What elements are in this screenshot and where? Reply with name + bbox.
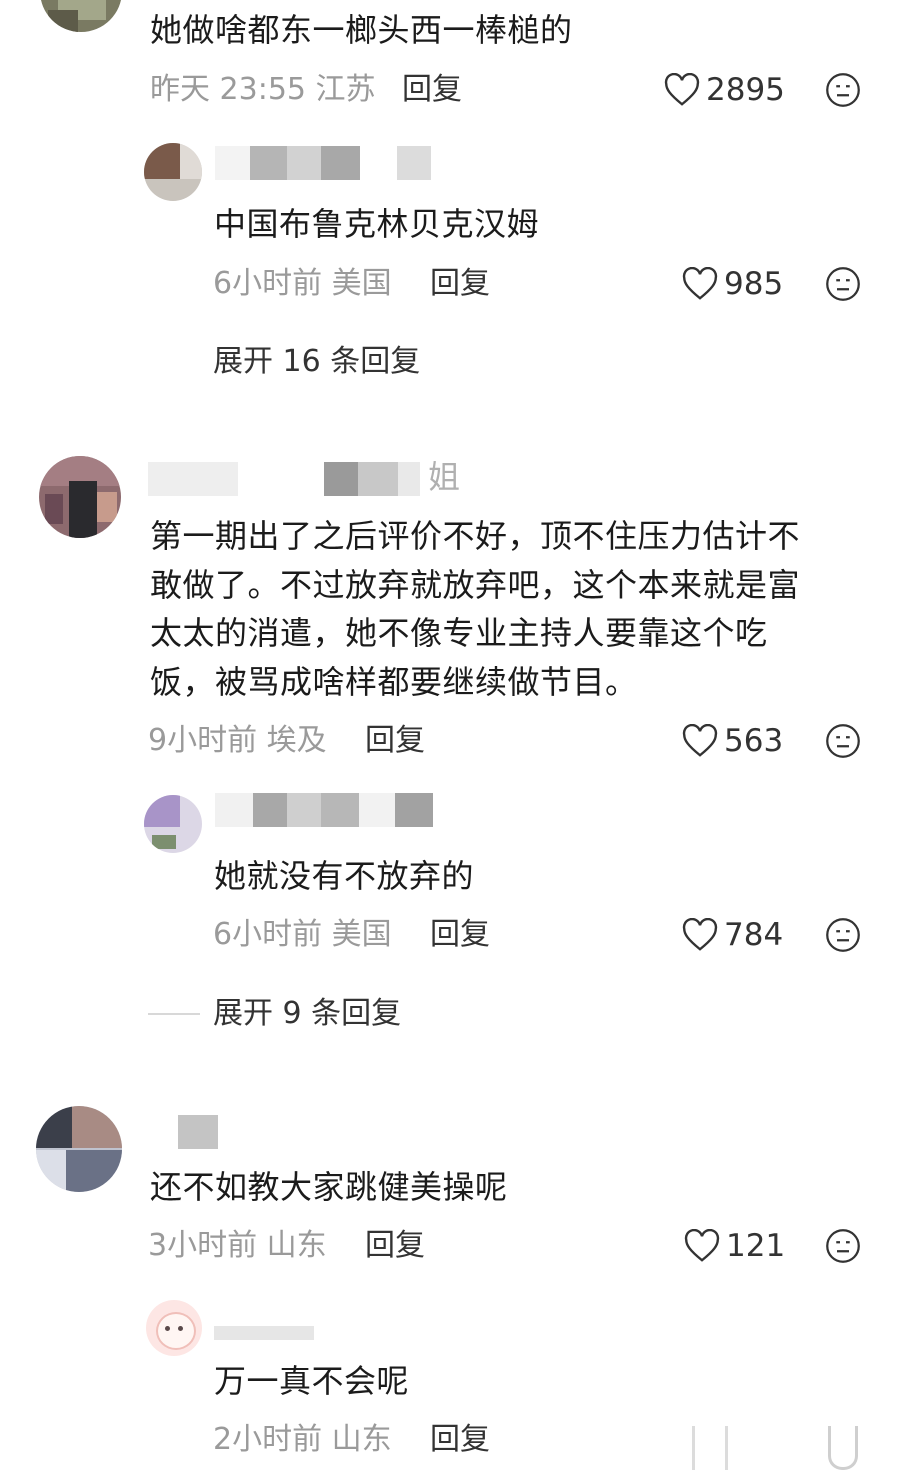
reply-button[interactable]: 回复 <box>430 264 490 304</box>
like-button[interactable]: 563 <box>682 721 783 761</box>
avatar[interactable] <box>146 1300 202 1356</box>
like-button[interactable]: 985 <box>682 264 783 304</box>
blurred-username <box>148 1115 218 1149</box>
blurred-username <box>214 1318 314 1340</box>
neutral-face-icon[interactable] <box>828 1426 858 1470</box>
neutral-face-icon[interactable] <box>825 723 861 759</box>
reply-text: 中国布鲁克林贝克汉姆 <box>214 205 540 243</box>
neutral-face-icon[interactable] <box>825 917 861 953</box>
avatar[interactable] <box>39 456 121 538</box>
expand-replies-button[interactable]: 展开 9 条回复 <box>213 994 401 1034</box>
reply-button[interactable]: 回复 <box>430 1420 490 1460</box>
comment-meta-time: 3小时前 山东 <box>148 1228 327 1263</box>
comment-meta-time: 6小时前 美国 <box>213 917 392 952</box>
reply-text: 万一真不会呢 <box>214 1362 410 1400</box>
reply-button[interactable]: 回复 <box>402 70 462 110</box>
heart-outline-icon <box>682 724 718 757</box>
comment-meta-time: 2小时前 山东 <box>213 1422 392 1457</box>
heart-outline-icon <box>664 73 700 106</box>
like-button[interactable]: 121 <box>684 1226 785 1266</box>
blurred-username <box>215 793 433 827</box>
avatar[interactable] <box>144 795 202 853</box>
reply-button[interactable]: 回复 <box>365 1226 425 1266</box>
comment-text-line: 敢做了。不过放弃就放弃吧，这个本来就是富 <box>150 566 801 604</box>
heart-outline-icon <box>682 267 718 300</box>
comment-text: 还不如教大家跳健美操呢 <box>150 1168 508 1206</box>
heart-outline-icon[interactable] <box>692 1426 728 1470</box>
avatar[interactable] <box>40 0 122 32</box>
like-button[interactable]: 2895 <box>664 70 785 110</box>
like-count: 563 <box>724 723 784 759</box>
comment-meta-time: 昨天 23:55 江苏 <box>150 72 376 107</box>
neutral-face-icon[interactable] <box>825 1228 861 1264</box>
like-count: 2895 <box>706 72 785 108</box>
comment-meta-time: 6小时前 美国 <box>213 266 392 301</box>
blurred-username <box>215 146 463 180</box>
blurred-username <box>148 462 420 496</box>
comment-text-line: 饭，被骂成啥样都要继续做节目。 <box>150 663 638 701</box>
like-count: 985 <box>724 266 784 302</box>
heart-outline-icon <box>684 1229 720 1262</box>
reply-button[interactable]: 回复 <box>430 915 490 955</box>
comment-text: 她做啥都东一榔头西一棒槌的 <box>150 11 573 49</box>
comment-text-line: 太太的消遣，她不像专业主持人要靠这个吃 <box>150 614 768 652</box>
username-visible-char: 姐 <box>428 458 461 496</box>
heart-outline-icon <box>682 918 718 951</box>
neutral-face-icon[interactable] <box>825 266 861 302</box>
neutral-face-icon[interactable] <box>825 72 861 108</box>
avatar[interactable] <box>36 1106 122 1192</box>
like-count: 121 <box>726 1228 786 1264</box>
like-count: 784 <box>724 917 784 953</box>
like-button[interactable]: 784 <box>682 915 783 955</box>
reply-text: 她就没有不放弃的 <box>214 857 475 895</box>
divider <box>148 1013 200 1015</box>
reply-button[interactable]: 回复 <box>365 721 425 761</box>
expand-replies-button[interactable]: 展开 16 条回复 <box>213 342 420 382</box>
comment-meta-time: 9小时前 埃及 <box>148 723 327 758</box>
avatar[interactable] <box>144 143 202 201</box>
comment-text-line: 第一期出了之后评价不好，顶不住压力估计不 <box>150 517 801 555</box>
